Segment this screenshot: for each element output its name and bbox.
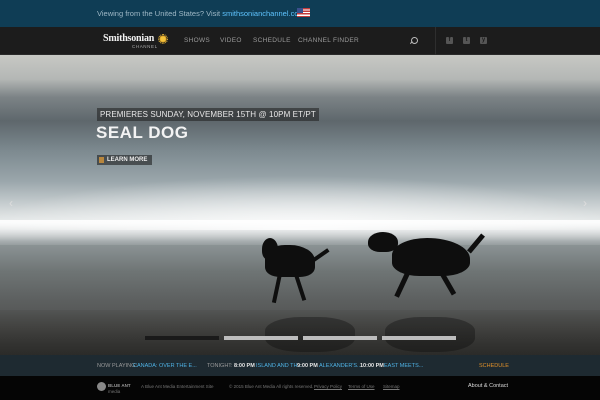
twitter-icon[interactable]: t xyxy=(463,37,470,44)
dog-silhouette xyxy=(293,273,307,301)
nav-divider xyxy=(435,27,436,55)
us-flag-icon[interactable] xyxy=(297,8,310,17)
dog-silhouette xyxy=(368,232,398,252)
blue-ant-logo-icon[interactable] xyxy=(97,382,106,391)
blue-ant-logo-text: BLUE ANT xyxy=(108,383,131,388)
schedule-link[interactable]: SCHEDULE xyxy=(479,363,509,369)
dog-silhouette xyxy=(262,238,278,260)
sun-icon xyxy=(158,34,168,44)
geo-banner-message: Viewing from the United States? Visit xyxy=(97,9,221,18)
privacy-policy-link[interactable]: Privacy Policy xyxy=(314,384,342,389)
schedule-time: 10:00 PM xyxy=(360,363,384,369)
now-playing-show[interactable]: CANADA: OVER THE E... xyxy=(133,363,197,369)
dog-silhouette xyxy=(271,272,283,304)
nav-item-video[interactable]: VIDEO xyxy=(220,37,242,44)
nav-item-shows[interactable]: SHOWS xyxy=(184,37,210,44)
footer: BLUE ANT media A Blue Ant Media Entertai… xyxy=(0,376,600,400)
hero-image-foam xyxy=(0,220,600,245)
dog-silhouette xyxy=(392,238,470,276)
geo-banner: Viewing from the United States? Visit sm… xyxy=(0,0,600,27)
dog-reflection xyxy=(265,317,355,352)
carousel-slide-indicator[interactable] xyxy=(382,336,456,340)
tonight-label: TONIGHT: xyxy=(207,363,233,369)
dog-reflection xyxy=(385,317,475,352)
blue-ant-logo-sub: media xyxy=(108,389,121,394)
prev-slide-arrow-icon[interactable]: ‹ xyxy=(9,197,17,209)
now-playing-bar: NOW PLAYING: CANADA: OVER THE E... TONIG… xyxy=(0,355,600,376)
now-playing-label: NOW PLAYING: xyxy=(97,363,137,369)
footer-copyright: © 2015 Blue Ant Media All rights reserve… xyxy=(229,384,314,389)
carousel-slide-indicator[interactable] xyxy=(303,336,377,340)
schedule-show[interactable]: ALEXANDER'S... xyxy=(319,363,362,369)
about-contact-link[interactable]: About & Contact xyxy=(468,383,508,389)
next-slide-arrow-icon[interactable]: › xyxy=(583,197,591,209)
search-icon[interactable] xyxy=(411,37,418,44)
terms-of-use-link[interactable]: Terms of Use xyxy=(348,384,375,389)
schedule-time: 8:00 PM xyxy=(234,363,255,369)
hero-carousel[interactable]: PREMIERES SUNDAY, NOVEMBER 15TH @ 10PM E… xyxy=(0,55,600,355)
sitemap-link[interactable]: Sitemap xyxy=(383,384,400,389)
facebook-icon[interactable]: f xyxy=(446,37,453,44)
us-site-link[interactable]: smithsonianchannel.com xyxy=(222,9,305,18)
footer-company: A Blue Ant Media Entertainment Site xyxy=(141,384,214,389)
carousel-slide-indicator[interactable] xyxy=(224,336,298,340)
dog-silhouette xyxy=(312,248,330,262)
smithsonian-channel-logo[interactable]: Smithsonian CHANNEL xyxy=(103,33,169,49)
schedule-show[interactable]: ISLAND AND TH... xyxy=(256,363,302,369)
carousel-slide-indicator[interactable] xyxy=(145,336,219,340)
geo-banner-text: Viewing from the United States? Visit sm… xyxy=(97,9,305,18)
youtube-icon[interactable]: y xyxy=(480,37,487,44)
schedule-time: 9:00 PM xyxy=(297,363,318,369)
logo-name: Smithsonian xyxy=(103,33,155,44)
main-nav: Smithsonian CHANNEL SHOWS VIDEO SCHEDULE… xyxy=(0,27,600,55)
learn-more-button[interactable]: LEARN MORE xyxy=(97,155,153,165)
schedule-show[interactable]: EAST MEETS... xyxy=(384,363,423,369)
play-icon xyxy=(99,157,104,163)
logo-sub: CHANNEL xyxy=(132,44,158,49)
premiere-banner: PREMIERES SUNDAY, NOVEMBER 15TH @ 10PM E… xyxy=(97,108,319,121)
nav-item-channel-finder[interactable]: CHANNEL FINDER xyxy=(298,37,359,44)
nav-item-schedule[interactable]: SCHEDULE xyxy=(253,37,291,44)
dog-silhouette xyxy=(394,270,411,298)
hero-title[interactable]: SEAL DOG xyxy=(96,123,188,143)
learn-more-label: LEARN MORE xyxy=(107,157,148,163)
